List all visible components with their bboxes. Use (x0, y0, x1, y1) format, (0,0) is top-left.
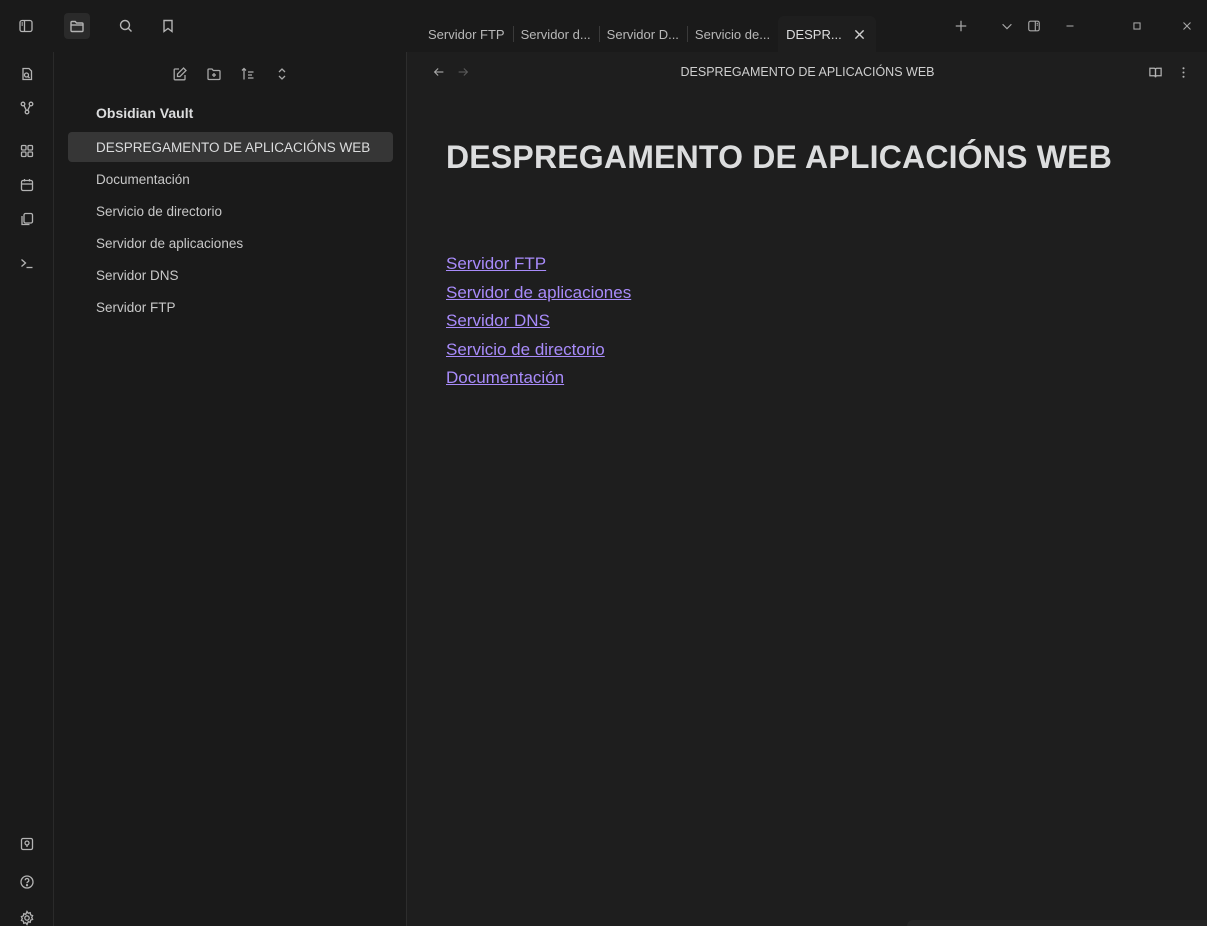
file-item-label: Servidor de aplicaciones (96, 235, 244, 251)
templates-icon[interactable] (0, 207, 54, 231)
tab-label: Servicio de... (694, 26, 771, 42)
tab-bar: Servidor FTP Servidor d... Servidor D...… (420, 8, 1207, 52)
maximize-icon[interactable] (1125, 15, 1149, 37)
bookmark-icon[interactable] (155, 13, 181, 39)
sort-icon[interactable] (236, 62, 260, 86)
file-item-servidor-ftp[interactable]: Servidor FTP (68, 292, 393, 322)
tab-label: Servidor D... (606, 26, 679, 42)
internal-link[interactable]: Servidor DNS (446, 307, 631, 336)
right-sidebar-icon[interactable] (1022, 15, 1046, 37)
tab-servidor-dns[interactable]: Servidor D... (598, 16, 687, 52)
help-icon[interactable] (0, 870, 54, 894)
file-item-label: DESPREGAMENTO DE APLICACIÓNS WEB (96, 139, 371, 155)
file-item-label: Servidor DNS (96, 267, 179, 283)
open-quick-switcher-icon[interactable] (0, 62, 54, 86)
file-item-servidor-de-aplicaciones[interactable]: Servidor de aplicaciones (68, 228, 393, 258)
tab-label: DESPR... (786, 26, 842, 42)
file-item-servidor-dns[interactable]: Servidor DNS (68, 260, 393, 290)
vault-switcher-icon[interactable] (0, 832, 54, 856)
minimize-icon[interactable] (1058, 15, 1082, 37)
tab-label: Servidor d... (520, 26, 591, 42)
plus-icon[interactable] (949, 15, 973, 37)
title-bar: Servidor FTP Servidor d... Servidor D...… (0, 0, 1207, 52)
internal-link[interactable]: Servidor FTP (446, 250, 631, 279)
file-item-label: Servidor FTP (96, 299, 176, 315)
internal-link[interactable]: Servicio de directorio (446, 336, 631, 365)
note-view: DESPREGAMENTO DE APLICACIÓNS WEB DESPREG… (408, 52, 1207, 926)
close-tab-icon[interactable] (852, 26, 868, 42)
view-header-title[interactable]: DESPREGAMENTO DE APLICACIÓNS WEB (408, 65, 1207, 79)
close-window-icon[interactable] (1175, 15, 1199, 37)
tab-servidor-ftp[interactable]: Servidor FTP (420, 16, 513, 52)
file-list: DESPREGAMENTO DE APLICACIÓNS WEB Documen… (68, 132, 393, 324)
file-explorer-actions (54, 62, 407, 88)
command-palette-icon[interactable] (0, 251, 54, 275)
tab-despregamento[interactable]: DESPR... (778, 16, 876, 52)
note-title: DESPREGAMENTO DE APLICACIÓNS WEB (446, 139, 1113, 175)
graph-view-icon[interactable] (0, 96, 54, 120)
internal-link[interactable]: Servidor de aplicaciones (446, 279, 631, 308)
chevron-down-icon[interactable] (995, 15, 1019, 37)
file-item-servicio-de-directorio[interactable]: Servicio de directorio (68, 196, 393, 226)
tab-label: Servidor FTP (428, 26, 505, 42)
new-folder-icon[interactable] (202, 62, 226, 86)
note-links: Servidor FTP Servidor de aplicaciones Se… (446, 250, 631, 393)
sidebar-toggle-icon[interactable] (13, 13, 39, 39)
vault-name: Obsidian Vault (96, 105, 194, 121)
file-item-label: Documentación (96, 171, 190, 187)
canvas-icon[interactable] (0, 139, 54, 163)
folder-icon[interactable] (64, 13, 90, 39)
reading-view-icon[interactable] (1144, 61, 1166, 83)
left-ribbon (0, 52, 54, 926)
tab-servidor-de-aplicaciones[interactable]: Servidor d... (512, 16, 599, 52)
obsidian-app: Servidor FTP Servidor d... Servidor D...… (0, 0, 1207, 926)
file-item-despregamento[interactable]: DESPREGAMENTO DE APLICACIÓNS WEB (68, 132, 393, 162)
daily-note-icon[interactable] (0, 173, 54, 197)
settings-icon[interactable] (0, 906, 54, 926)
more-options-icon[interactable] (1172, 61, 1194, 83)
file-item-label: Servicio de directorio (96, 203, 223, 219)
status-bar (907, 920, 1207, 926)
search-icon[interactable] (113, 13, 139, 39)
file-explorer: Obsidian Vault DESPREGAMENTO DE APLICACI… (54, 52, 407, 926)
file-item-documentacion[interactable]: Documentación (68, 164, 393, 194)
new-note-icon[interactable] (168, 62, 192, 86)
internal-link[interactable]: Documentación (446, 364, 631, 393)
collapse-icon[interactable] (270, 62, 294, 86)
tab-servicio-de-directorio[interactable]: Servicio de... (686, 16, 778, 52)
view-header: DESPREGAMENTO DE APLICACIÓNS WEB (408, 52, 1207, 94)
